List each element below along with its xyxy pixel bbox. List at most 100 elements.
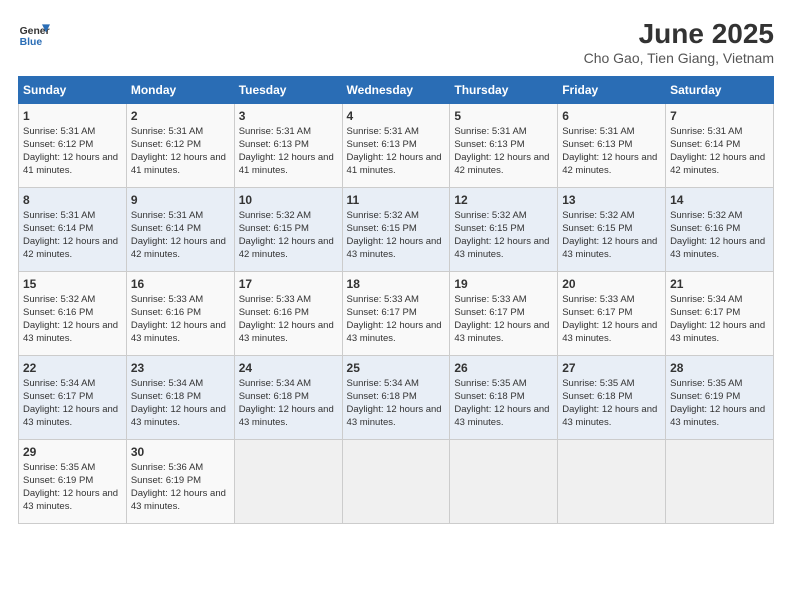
sunset-label: Sunset: 6:15 PM: [239, 223, 309, 234]
daylight-label: Daylight: 12 hours and 43 minutes.: [347, 404, 442, 428]
daylight-label: Daylight: 12 hours and 43 minutes.: [239, 320, 334, 344]
col-friday: Friday: [558, 77, 666, 104]
day-number: 25: [347, 360, 446, 376]
sunrise-label: Sunrise: 5:35 AM: [23, 462, 95, 473]
table-row: [342, 440, 450, 524]
daylight-label: Daylight: 12 hours and 43 minutes.: [454, 404, 549, 428]
table-row: 12Sunrise: 5:32 AMSunset: 6:15 PMDayligh…: [450, 188, 558, 272]
daylight-label: Daylight: 12 hours and 42 minutes.: [454, 152, 549, 176]
daylight-label: Daylight: 12 hours and 42 minutes.: [562, 152, 657, 176]
day-number: 7: [670, 108, 769, 124]
svg-text:Blue: Blue: [20, 37, 43, 48]
table-row: 17Sunrise: 5:33 AMSunset: 6:16 PMDayligh…: [234, 272, 342, 356]
sunrise-label: Sunrise: 5:32 AM: [239, 210, 311, 221]
daylight-label: Daylight: 12 hours and 43 minutes.: [131, 488, 226, 512]
col-thursday: Thursday: [450, 77, 558, 104]
sunrise-label: Sunrise: 5:31 AM: [23, 126, 95, 137]
table-row: 11Sunrise: 5:32 AMSunset: 6:15 PMDayligh…: [342, 188, 450, 272]
day-number: 28: [670, 360, 769, 376]
daylight-label: Daylight: 12 hours and 41 minutes.: [131, 152, 226, 176]
daylight-label: Daylight: 12 hours and 43 minutes.: [347, 236, 442, 260]
sunset-label: Sunset: 6:17 PM: [562, 307, 632, 318]
table-row: 28Sunrise: 5:35 AMSunset: 6:19 PMDayligh…: [666, 356, 774, 440]
sunrise-label: Sunrise: 5:33 AM: [239, 294, 311, 305]
table-row: 24 Sunrise: 5:34 AM Sunset: 6:18 PM Dayligh…: [234, 356, 342, 440]
header-row: Sunday Monday Tuesday Wednesday Thursday…: [19, 77, 774, 104]
table-row: 25 Sunrise: 5:34 AM Sunset: 6:18 PM Dayligh…: [342, 356, 450, 440]
sunset-label: Sunset: 6:17 PM: [347, 307, 417, 318]
table-row: [666, 440, 774, 524]
location: Cho Gao, Tien Giang, Vietnam: [584, 50, 774, 66]
sunrise-label: Sunrise: 5:33 AM: [347, 294, 419, 305]
sunrise-label: Sunrise: 5:31 AM: [239, 126, 311, 137]
sunrise-label: Sunrise: 5:31 AM: [347, 126, 419, 137]
calendar-row: 8Sunrise: 5:31 AMSunset: 6:14 PMDaylight…: [19, 188, 774, 272]
col-tuesday: Tuesday: [234, 77, 342, 104]
day-number: 10: [239, 192, 338, 208]
sunset-label: Sunset: 6:18 PM: [347, 391, 417, 402]
sunrise-label: Sunrise: 5:32 AM: [347, 210, 419, 221]
table-row: 14Sunrise: 5:32 AMSunset: 6:16 PMDayligh…: [666, 188, 774, 272]
day-number: 29: [23, 444, 122, 460]
day-number: 16: [131, 276, 230, 292]
sunset-label: Sunset: 6:16 PM: [670, 223, 740, 234]
sunset-label: Sunset: 6:14 PM: [23, 223, 93, 234]
sunrise-label: Sunrise: 5:31 AM: [23, 210, 95, 221]
sunset-label: Sunset: 6:13 PM: [454, 139, 524, 150]
sunrise-label: Sunrise: 5:31 AM: [454, 126, 526, 137]
daylight-label: Daylight: 12 hours and 43 minutes.: [23, 404, 118, 428]
table-row: 15Sunrise: 5:32 AMSunset: 6:16 PMDayligh…: [19, 272, 127, 356]
day-number: 26: [454, 360, 553, 376]
logo-icon: General Blue: [18, 18, 50, 50]
sunset-label: Sunset: 6:12 PM: [131, 139, 201, 150]
day-number: 17: [239, 276, 338, 292]
day-number: 1: [23, 108, 122, 124]
table-row: [450, 440, 558, 524]
sunset-label: Sunset: 6:13 PM: [347, 139, 417, 150]
sunrise-label: Sunrise: 5:35 AM: [670, 378, 742, 389]
logo: General Blue: [18, 18, 50, 50]
day-number: 13: [562, 192, 661, 208]
day-number: 11: [347, 192, 446, 208]
sunrise-label: Sunrise: 5:34 AM: [347, 378, 419, 389]
sunrise-label: Sunrise: 5:32 AM: [562, 210, 634, 221]
sunrise-label: Sunrise: 5:32 AM: [23, 294, 95, 305]
daylight-label: Daylight: 12 hours and 42 minutes.: [23, 236, 118, 260]
daylight-label: Daylight: 12 hours and 43 minutes.: [239, 404, 334, 428]
table-row: 30Sunrise: 5:36 AMSunset: 6:19 PMDayligh…: [126, 440, 234, 524]
daylight-label: Daylight: 12 hours and 43 minutes.: [562, 320, 657, 344]
table-row: [234, 440, 342, 524]
sunset-label: Sunset: 6:19 PM: [670, 391, 740, 402]
day-number: 2: [131, 108, 230, 124]
sunrise-label: Sunrise: 5:34 AM: [23, 378, 95, 389]
table-row: [558, 440, 666, 524]
daylight-label: Daylight: 12 hours and 43 minutes.: [454, 236, 549, 260]
sunrise-label: Sunrise: 5:33 AM: [562, 294, 634, 305]
day-number: 20: [562, 276, 661, 292]
col-sunday: Sunday: [19, 77, 127, 104]
sunset-label: Sunset: 6:17 PM: [670, 307, 740, 318]
sunrise-label: Sunrise: 5:34 AM: [670, 294, 742, 305]
sunset-label: Sunset: 6:16 PM: [23, 307, 93, 318]
sunrise-label: Sunrise: 5:33 AM: [131, 294, 203, 305]
col-wednesday: Wednesday: [342, 77, 450, 104]
sunrise-label: Sunrise: 5:31 AM: [131, 210, 203, 221]
table-row: 7Sunrise: 5:31 AMSunset: 6:14 PMDaylight…: [666, 104, 774, 188]
sunset-label: Sunset: 6:15 PM: [454, 223, 524, 234]
sunset-label: Sunset: 6:14 PM: [670, 139, 740, 150]
sunrise-label: Sunrise: 5:34 AM: [239, 378, 311, 389]
sunrise-label: Sunrise: 5:31 AM: [670, 126, 742, 137]
sunrise-label: Sunrise: 5:31 AM: [562, 126, 634, 137]
day-number: 12: [454, 192, 553, 208]
sunset-label: Sunset: 6:18 PM: [562, 391, 632, 402]
daylight-label: Daylight: 12 hours and 43 minutes.: [131, 320, 226, 344]
sunset-label: Sunset: 6:18 PM: [239, 391, 309, 402]
sunset-label: Sunset: 6:16 PM: [131, 307, 201, 318]
day-number: 18: [347, 276, 446, 292]
daylight-label: Daylight: 12 hours and 43 minutes.: [454, 320, 549, 344]
day-number: 15: [23, 276, 122, 292]
calendar-row: 29Sunrise: 5:35 AMSunset: 6:19 PMDayligh…: [19, 440, 774, 524]
day-number: 24: [239, 360, 338, 376]
day-number: 22: [23, 360, 122, 376]
table-row: 3Sunrise: 5:31 AMSunset: 6:13 PMDaylight…: [234, 104, 342, 188]
